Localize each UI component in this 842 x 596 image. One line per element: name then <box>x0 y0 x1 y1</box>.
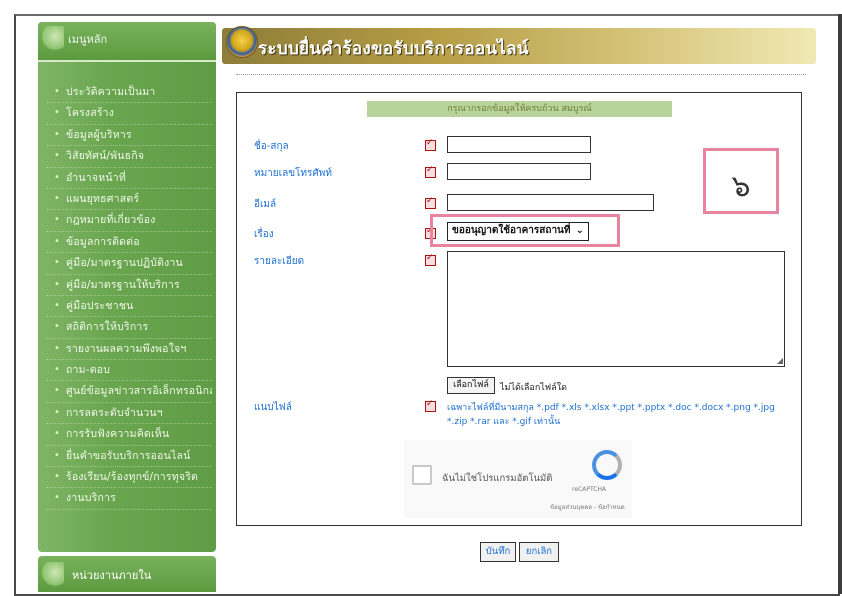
required-icon <box>425 196 436 209</box>
seal-icon <box>226 26 258 58</box>
phone-label: หมายเลขโทรศัพท์ <box>254 168 332 179</box>
annotation-box: ๖ <box>703 148 779 214</box>
sidebar-header-label: เมนูหลัก <box>68 33 108 46</box>
annotation-number: ๖ <box>731 169 751 204</box>
captcha-checkbox[interactable] <box>412 465 432 485</box>
sidebar-item[interactable]: การลดระดับจำนวนฯ <box>46 403 212 425</box>
subject-label: เรื่อง <box>254 229 274 240</box>
sidebar-item[interactable]: ร้องเรียน/ร้องทุกข์/การทุจริต <box>46 467 212 489</box>
sidebar-item[interactable]: ข้อมูลการติดต่อ <box>46 232 212 254</box>
captcha-links[interactable]: ข้อมูลส่วนบุคคล - ข้อกำหนด <box>550 502 625 512</box>
required-icon <box>425 165 436 178</box>
email-label: อีเมล์ <box>254 199 277 210</box>
sidebar-item[interactable]: ศูนย์ข้อมูลข่าวสารอิเล็กทรอนิกส์ <box>46 381 212 403</box>
phone-field[interactable] <box>447 163 591 180</box>
name-label: ชื่อ-สกุล <box>254 141 289 152</box>
sidebar-item[interactable]: อำนาจหน้าที่ <box>46 168 212 189</box>
required-icon <box>425 253 436 266</box>
captcha-label: ฉันไม่ใช่โปรแกรมอัตโนมัติ <box>442 473 553 484</box>
captcha-brand: reCAPTCHA <box>572 486 607 493</box>
sidebar-item[interactable]: คู่มือ/มาตรฐานปฏิบัติงาน <box>46 253 212 275</box>
detail-label: รายละเอียด <box>254 256 305 267</box>
sidebar-item[interactable]: ประวัติความเป็นมา <box>46 82 212 104</box>
required-icon <box>425 399 436 412</box>
name-field[interactable] <box>447 136 591 153</box>
sidebar-item[interactable]: รายงานผลความพึงพอใจฯ <box>46 339 212 361</box>
sidebar-item[interactable]: ข้อมูลผู้บริหาร <box>46 125 212 147</box>
banner-divider <box>236 70 806 75</box>
detail-textarea[interactable]: ◢ <box>447 251 785 367</box>
sidebar-footer-label: หน่วยงานภายใน <box>72 569 152 582</box>
sidebar-item[interactable]: สถิติการให้บริการ <box>46 317 212 339</box>
sidebar-footer[interactable]: หน่วยงานภายใน <box>38 556 216 592</box>
sidebar-item[interactable]: ถาม-ตอบ <box>46 360 212 382</box>
sidebar-item[interactable]: คู่มือ/มาตรฐานให้บริการ <box>46 275 212 296</box>
sidebar-item[interactable]: โครงสร้าง <box>46 103 212 125</box>
choose-file-button[interactable]: เลือกไฟล์ <box>447 377 495 394</box>
sidebar-item[interactable]: วิสัยทัศน์/พันธกิจ <box>46 146 212 168</box>
recaptcha-widget: ฉันไม่ใช่โปรแกรมอัตโนมัติ reCAPTCHA ข้อม… <box>404 440 632 518</box>
file-status: ไม่ได้เลือกไฟล์ใด <box>500 383 567 393</box>
sidebar-item[interactable]: การรับฟังความคิดเห็น <box>46 424 212 446</box>
cancel-button[interactable]: ยกเลิก <box>519 542 559 562</box>
leaf-icon <box>42 26 64 52</box>
sidebar-item[interactable]: กฎหมายที่เกี่ยวข้อง <box>46 210 212 232</box>
sidebar-header: เมนูหลัก <box>38 22 216 62</box>
leaf-icon <box>42 562 64 588</box>
sidebar: เมนูหลัก ประวัติความเป็นมา โครงสร้าง ข้อ… <box>38 22 216 552</box>
resize-handle-icon[interactable]: ◢ <box>777 356 783 365</box>
form-caption: กรุณากรอกข้อมูลให้ครบถ้วน สมบูรณ์ <box>367 101 672 117</box>
sidebar-menu: ประวัติความเป็นมา โครงสร้าง ข้อมูลผู้บริ… <box>46 82 212 510</box>
sidebar-item[interactable]: งานบริการ <box>46 488 212 510</box>
sidebar-item[interactable]: แผนยุทธศาสตร์ <box>46 189 212 211</box>
required-icon <box>425 138 436 151</box>
recaptcha-icon <box>592 450 622 480</box>
save-button[interactable]: บันทึก <box>480 542 516 562</box>
sidebar-item[interactable]: คู่มือประชาชน <box>46 296 212 318</box>
page-title: ระบบยื่นคำร้องขอรับบริการออนไลน์ <box>258 39 529 58</box>
subject-highlight <box>430 214 620 247</box>
attach-label: แนบไฟล์ <box>254 402 292 413</box>
email-field[interactable] <box>447 194 654 211</box>
sidebar-item[interactable]: ยื่นคำขอรับบริการออนไลน์ <box>46 446 212 468</box>
file-note: เฉพาะไฟล์ที่มีนามสกุล *.pdf *.xls *.xlsx… <box>447 403 775 427</box>
frame-edge <box>838 14 842 594</box>
